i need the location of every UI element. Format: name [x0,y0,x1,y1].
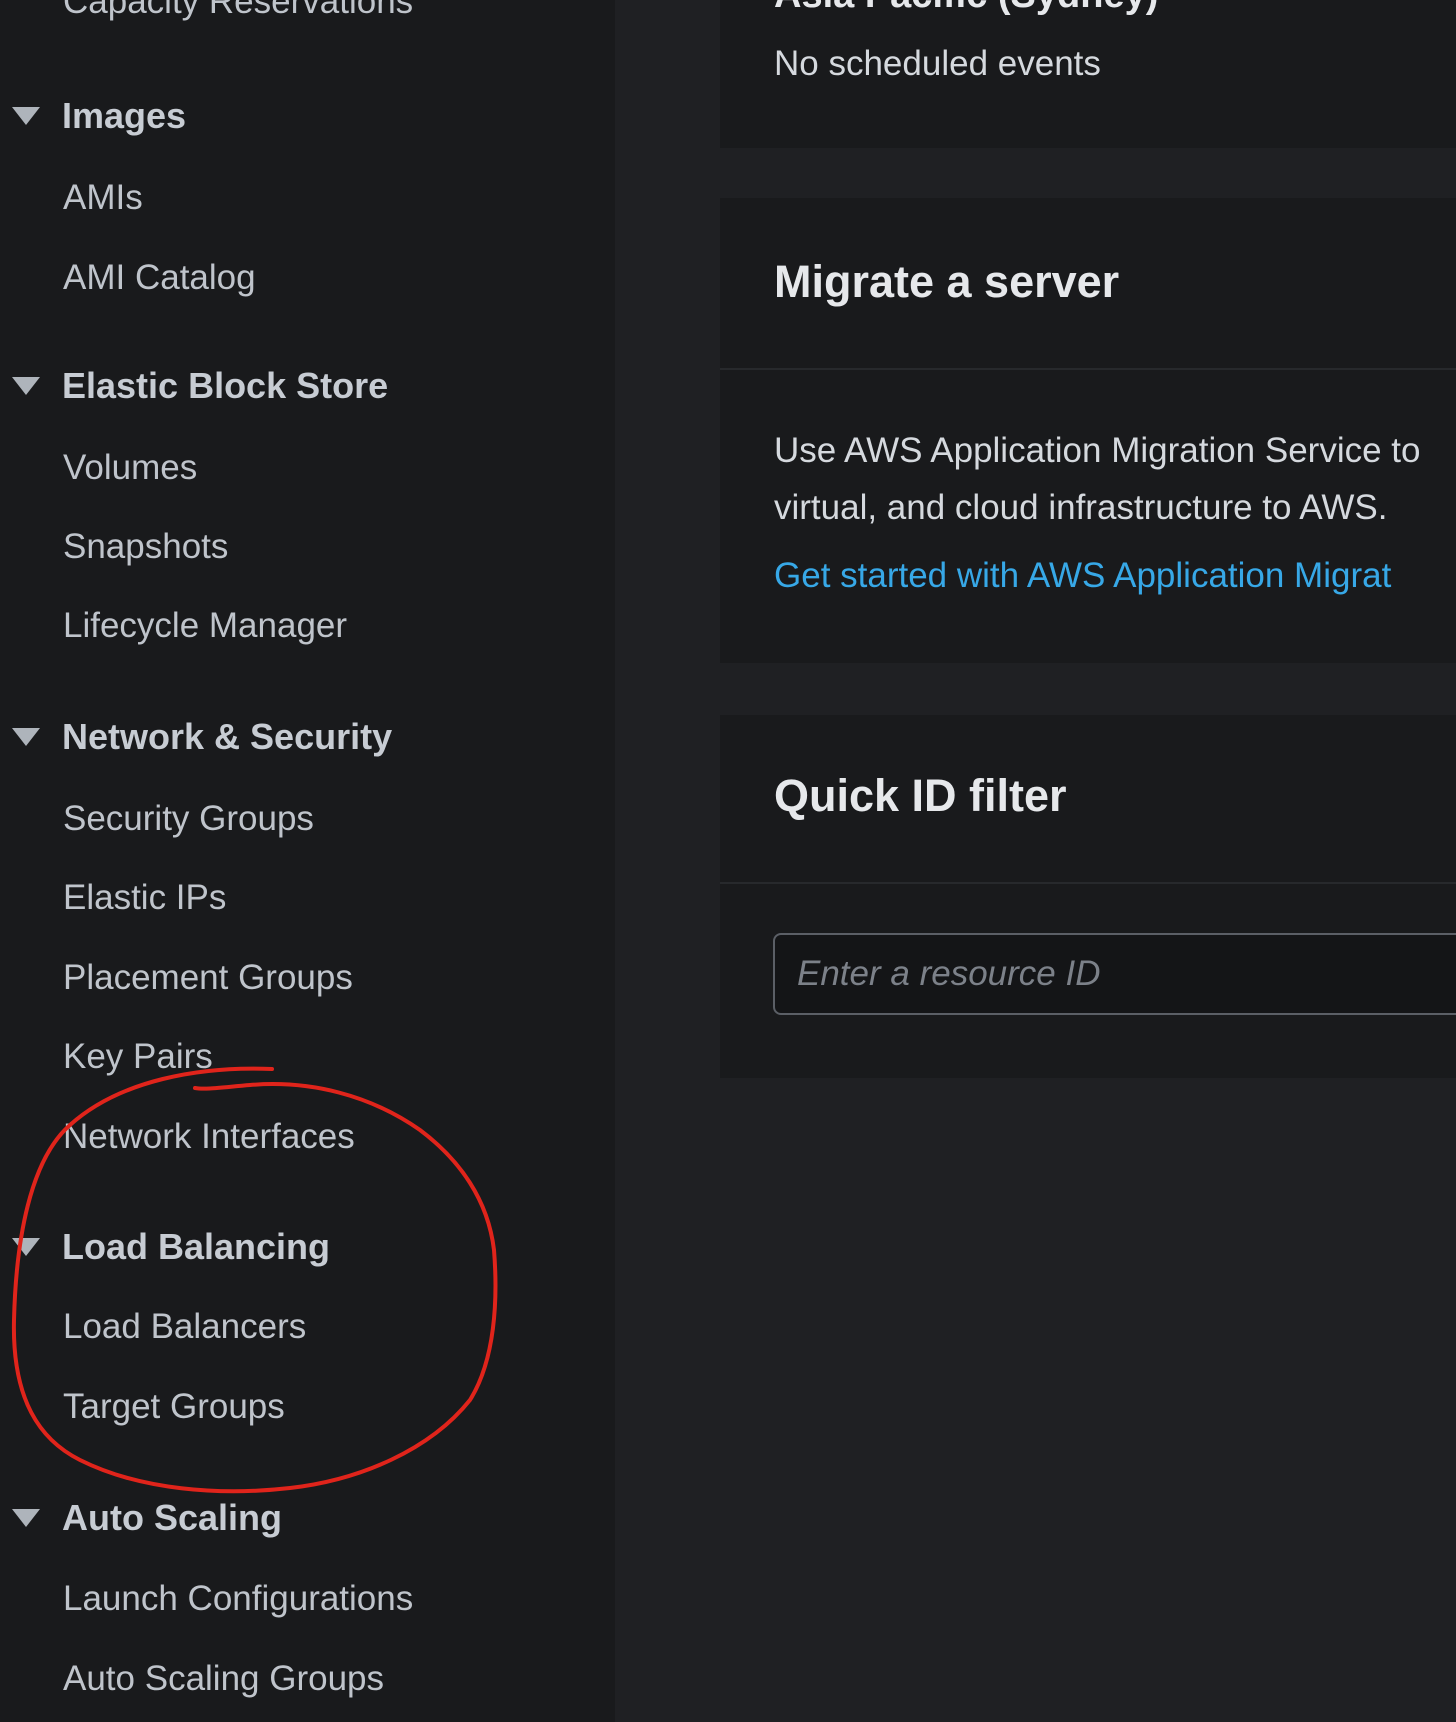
nav-section-network-security[interactable]: Network & Security [0,716,392,758]
nav-item-load-balancers[interactable]: Load Balancers [63,1307,306,1347]
caret-down-icon [12,107,40,125]
card-divider [720,882,1456,884]
nav-item-volumes[interactable]: Volumes [63,448,197,488]
caret-down-icon [12,377,40,395]
caret-down-icon [12,1238,40,1256]
resource-id-input[interactable] [773,933,1456,1015]
migrate-description-line-2: virtual, and cloud infrastructure to AWS… [774,488,1388,527]
scheduled-events-card: Asia Pacific (Sydney) No scheduled event… [720,0,1456,148]
nav-section-load-balancing[interactable]: Load Balancing [0,1226,330,1268]
nav-item-amis[interactable]: AMIs [63,178,143,218]
get-started-migration-link[interactable]: Get started with AWS Application Migrat [774,556,1391,596]
nav-item-launch-configurations[interactable]: Launch Configurations [63,1579,413,1619]
nav-item-ami-catalog[interactable]: AMI Catalog [63,258,256,298]
card-title: Quick ID filter [774,770,1067,821]
nav-section-elastic-block-store[interactable]: Elastic Block Store [0,365,388,407]
migrate-description-line-1: Use AWS Application Migration Service to [774,431,1421,470]
nav-item-target-groups[interactable]: Target Groups [63,1387,285,1427]
nav-item-snapshots[interactable]: Snapshots [63,527,228,567]
nav-item-elastic-ips[interactable]: Elastic IPs [63,878,226,918]
scheduled-events-status: No scheduled events [774,44,1101,83]
nav-section-auto-scaling[interactable]: Auto Scaling [0,1497,282,1539]
region-name: Asia Pacific (Sydney) [774,0,1158,17]
migrate-server-card: Migrate a server Use AWS Application Mig… [720,198,1456,663]
caret-down-icon [12,1509,40,1527]
nav-item-network-interfaces[interactable]: Network Interfaces [63,1117,355,1157]
card-divider [720,368,1456,370]
nav-section-images[interactable]: Images [0,95,186,137]
nav-item-placement-groups[interactable]: Placement Groups [63,958,353,998]
nav-section-title: Images [62,95,187,136]
card-title: Migrate a server [774,256,1120,307]
nav-item-capacity-reservations[interactable]: Capacity Reservations [63,0,413,22]
nav-item-key-pairs[interactable]: Key Pairs [63,1037,213,1077]
caret-down-icon [12,728,40,746]
nav-section-title: Auto Scaling [62,1497,283,1538]
quick-id-filter-card: Quick ID filter [720,715,1456,1078]
nav-section-title: Network & Security [62,716,393,757]
nav-section-title: Elastic Block Store [62,365,389,406]
nav-item-security-groups[interactable]: Security Groups [63,799,314,839]
navigation-sidebar: Capacity Reservations Images AMIs AMI Ca… [0,0,615,1722]
nav-item-lifecycle-manager[interactable]: Lifecycle Manager [63,606,347,646]
nav-item-auto-scaling-groups[interactable]: Auto Scaling Groups [63,1659,384,1699]
nav-section-title: Load Balancing [62,1226,331,1267]
